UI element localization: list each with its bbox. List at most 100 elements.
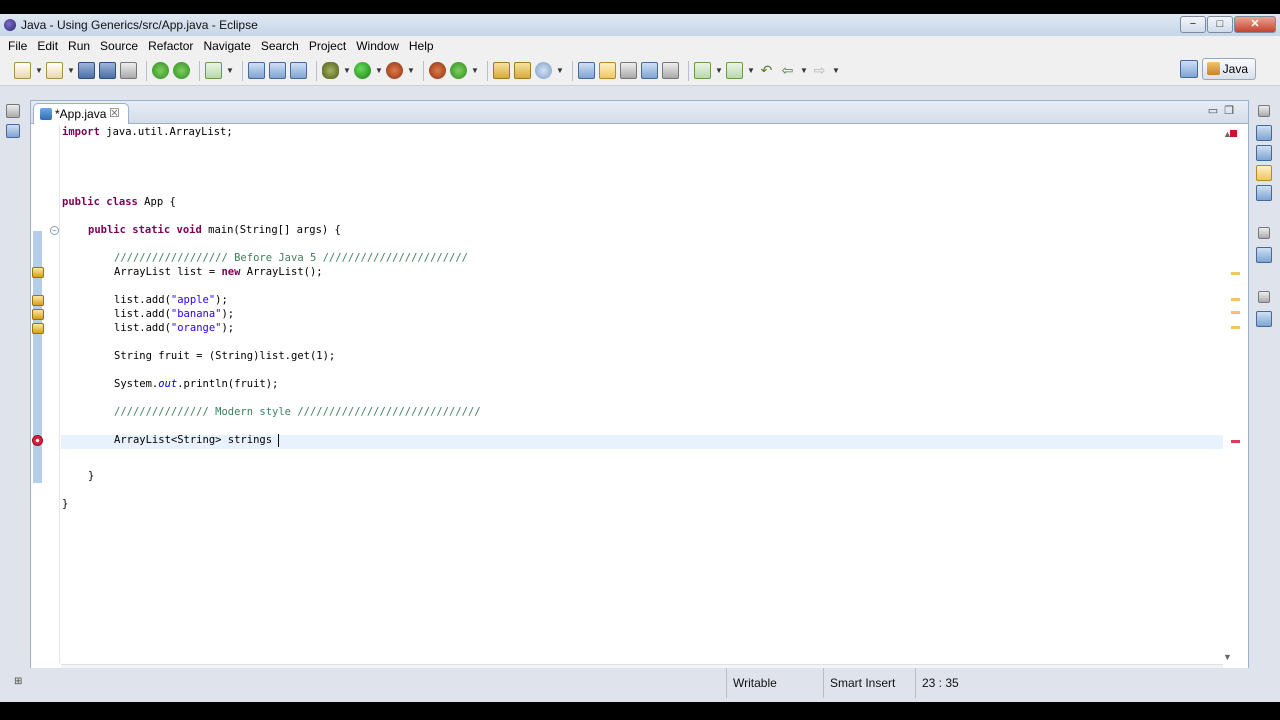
restore-icon[interactable] [1258, 227, 1270, 239]
search-icon[interactable] [535, 62, 552, 79]
build-all-icon[interactable] [173, 62, 190, 79]
task-icon[interactable] [205, 62, 222, 79]
run-dropdown-icon[interactable]: ▼ [375, 62, 383, 79]
error-overview-mark[interactable] [1231, 440, 1240, 443]
code-line: ArrayList list = new ArrayList(); [114, 266, 323, 278]
menu-search[interactable]: Search [256, 39, 304, 53]
editor-tab-app-java[interactable]: *App.java ☒ [33, 103, 129, 124]
outline-icon[interactable] [1256, 247, 1272, 263]
search-dropdown-icon[interactable]: ▼ [556, 62, 564, 79]
task-list-icon[interactable] [1256, 125, 1272, 141]
debug-dropdown-icon[interactable]: ▼ [343, 62, 351, 79]
editor-tab-bar: *App.java ☒ ▭❐ [31, 101, 1248, 124]
show-whitespace-icon[interactable] [641, 62, 658, 79]
refresh-dropdown-icon[interactable]: ▼ [471, 62, 479, 79]
warning-overview-mark[interactable] [1231, 311, 1240, 314]
save-icon[interactable] [78, 62, 95, 79]
external-tools-dropdown-icon[interactable]: ▼ [407, 62, 415, 79]
show-pilcrow-icon[interactable] [662, 62, 679, 79]
new-package-icon[interactable] [248, 62, 265, 79]
error-icon[interactable] [32, 435, 43, 446]
screen: Java - Using Generics/src/App.java - Ecl… [0, 14, 1280, 702]
restore-icon[interactable] [1258, 291, 1270, 303]
new-project-dropdown-icon[interactable]: ▼ [67, 62, 75, 79]
open-type-icon[interactable] [290, 62, 307, 79]
last-edit-icon[interactable]: ↶ [758, 62, 775, 79]
build-icon[interactable] [152, 62, 169, 79]
external-tools-icon[interactable] [386, 62, 403, 79]
restore-icon[interactable] [1258, 105, 1270, 117]
code-editor[interactable]: import java.util.ArrayList; public class… [61, 125, 1223, 663]
code-line: import java.util.ArrayList; [62, 126, 233, 138]
code-line: public static void main(String[] args) { [88, 224, 341, 236]
back-dropdown-icon[interactable]: ▼ [800, 62, 808, 79]
annotation-ruler [31, 125, 44, 663]
menu-refactor[interactable]: Refactor [143, 39, 198, 53]
forward-icon[interactable]: ⇨ [811, 62, 828, 79]
close-button[interactable]: ✕ [1234, 16, 1276, 33]
close-tab-icon[interactable]: ☒ [109, 106, 120, 120]
toolbar-separator [199, 60, 200, 81]
menu-source[interactable]: Source [95, 39, 143, 53]
minimize-button[interactable]: − [1180, 16, 1206, 33]
refresh-icon[interactable] [450, 62, 467, 79]
menu-navigate[interactable]: Navigate [198, 39, 255, 53]
open-task-icon[interactable] [514, 62, 531, 79]
maximize-icon[interactable]: ❐ [1224, 105, 1240, 117]
next-annotation-icon[interactable] [694, 62, 711, 79]
new-project-icon[interactable] [46, 62, 63, 79]
new-dropdown-icon[interactable]: ▼ [35, 62, 43, 79]
previous-annotation-icon[interactable] [726, 62, 743, 79]
open-folder-icon[interactable] [493, 62, 510, 79]
menu-file[interactable]: File [3, 39, 32, 53]
next-annotation-dropdown-icon[interactable]: ▼ [715, 62, 723, 79]
menu-edit[interactable]: Edit [32, 39, 63, 53]
java-perspective-button[interactable]: Java [1201, 58, 1256, 80]
warning-icon[interactable] [32, 267, 44, 278]
editor-view-controls: ▭❐ [1208, 104, 1240, 117]
right-trim [1252, 87, 1280, 667]
web-service-icon[interactable] [429, 62, 446, 79]
warning-overview-mark[interactable] [1231, 298, 1240, 301]
scroll-up-icon[interactable]: ▲ [1223, 129, 1232, 139]
menu-window[interactable]: Window [351, 39, 404, 53]
back-icon[interactable]: ⇦ [779, 62, 796, 79]
block-selection-icon[interactable] [620, 62, 637, 79]
declaration-icon[interactable] [1256, 165, 1272, 181]
fast-view-icon[interactable]: ⊞ [14, 676, 28, 690]
save-all-icon[interactable] [99, 62, 116, 79]
minimize-icon[interactable]: ▭ [1208, 105, 1224, 117]
code-line: String fruit = (String)list.get(1); [114, 350, 336, 362]
warning-icon[interactable] [32, 323, 44, 334]
package-explorer-icon[interactable] [6, 124, 20, 138]
menu-run[interactable]: Run [63, 39, 95, 53]
code-line: ////////////////// Before Java 5 ///////… [114, 252, 469, 264]
forward-dropdown-icon[interactable]: ▼ [832, 62, 840, 79]
open-perspective-icon[interactable] [1180, 60, 1198, 78]
restore-icon[interactable] [6, 104, 20, 118]
previous-annotation-dropdown-icon[interactable]: ▼ [747, 62, 755, 79]
menu-project[interactable]: Project [304, 39, 351, 53]
debug-icon[interactable] [322, 62, 339, 79]
toggle-mark-occurrences-icon[interactable] [578, 62, 595, 79]
warning-overview-mark[interactable] [1231, 326, 1240, 329]
scroll-down-icon[interactable]: ▼ [1223, 652, 1232, 662]
warning-icon[interactable] [32, 295, 44, 306]
editor-tab-label: *App.java [55, 107, 107, 121]
new-icon[interactable] [14, 62, 31, 79]
toggle-highlight-icon[interactable] [599, 62, 616, 79]
fold-collapse-icon[interactable]: − [50, 226, 59, 235]
task-dropdown-icon[interactable]: ▼ [226, 62, 234, 79]
javadoc-icon[interactable] [1256, 145, 1272, 161]
run-icon[interactable] [354, 62, 371, 79]
problems-icon[interactable] [1256, 311, 1272, 327]
print-icon[interactable] [120, 62, 137, 79]
new-class-icon[interactable] [269, 62, 286, 79]
console-icon[interactable] [1256, 185, 1272, 201]
warning-overview-mark[interactable] [1231, 272, 1240, 275]
menu-help[interactable]: Help [404, 39, 439, 53]
code-line: list.add("banana"); [114, 308, 235, 320]
warning-icon[interactable] [32, 309, 44, 320]
maximize-button[interactable]: □ [1207, 16, 1233, 33]
overview-ruler[interactable]: ▲ ▼ [1223, 125, 1248, 663]
